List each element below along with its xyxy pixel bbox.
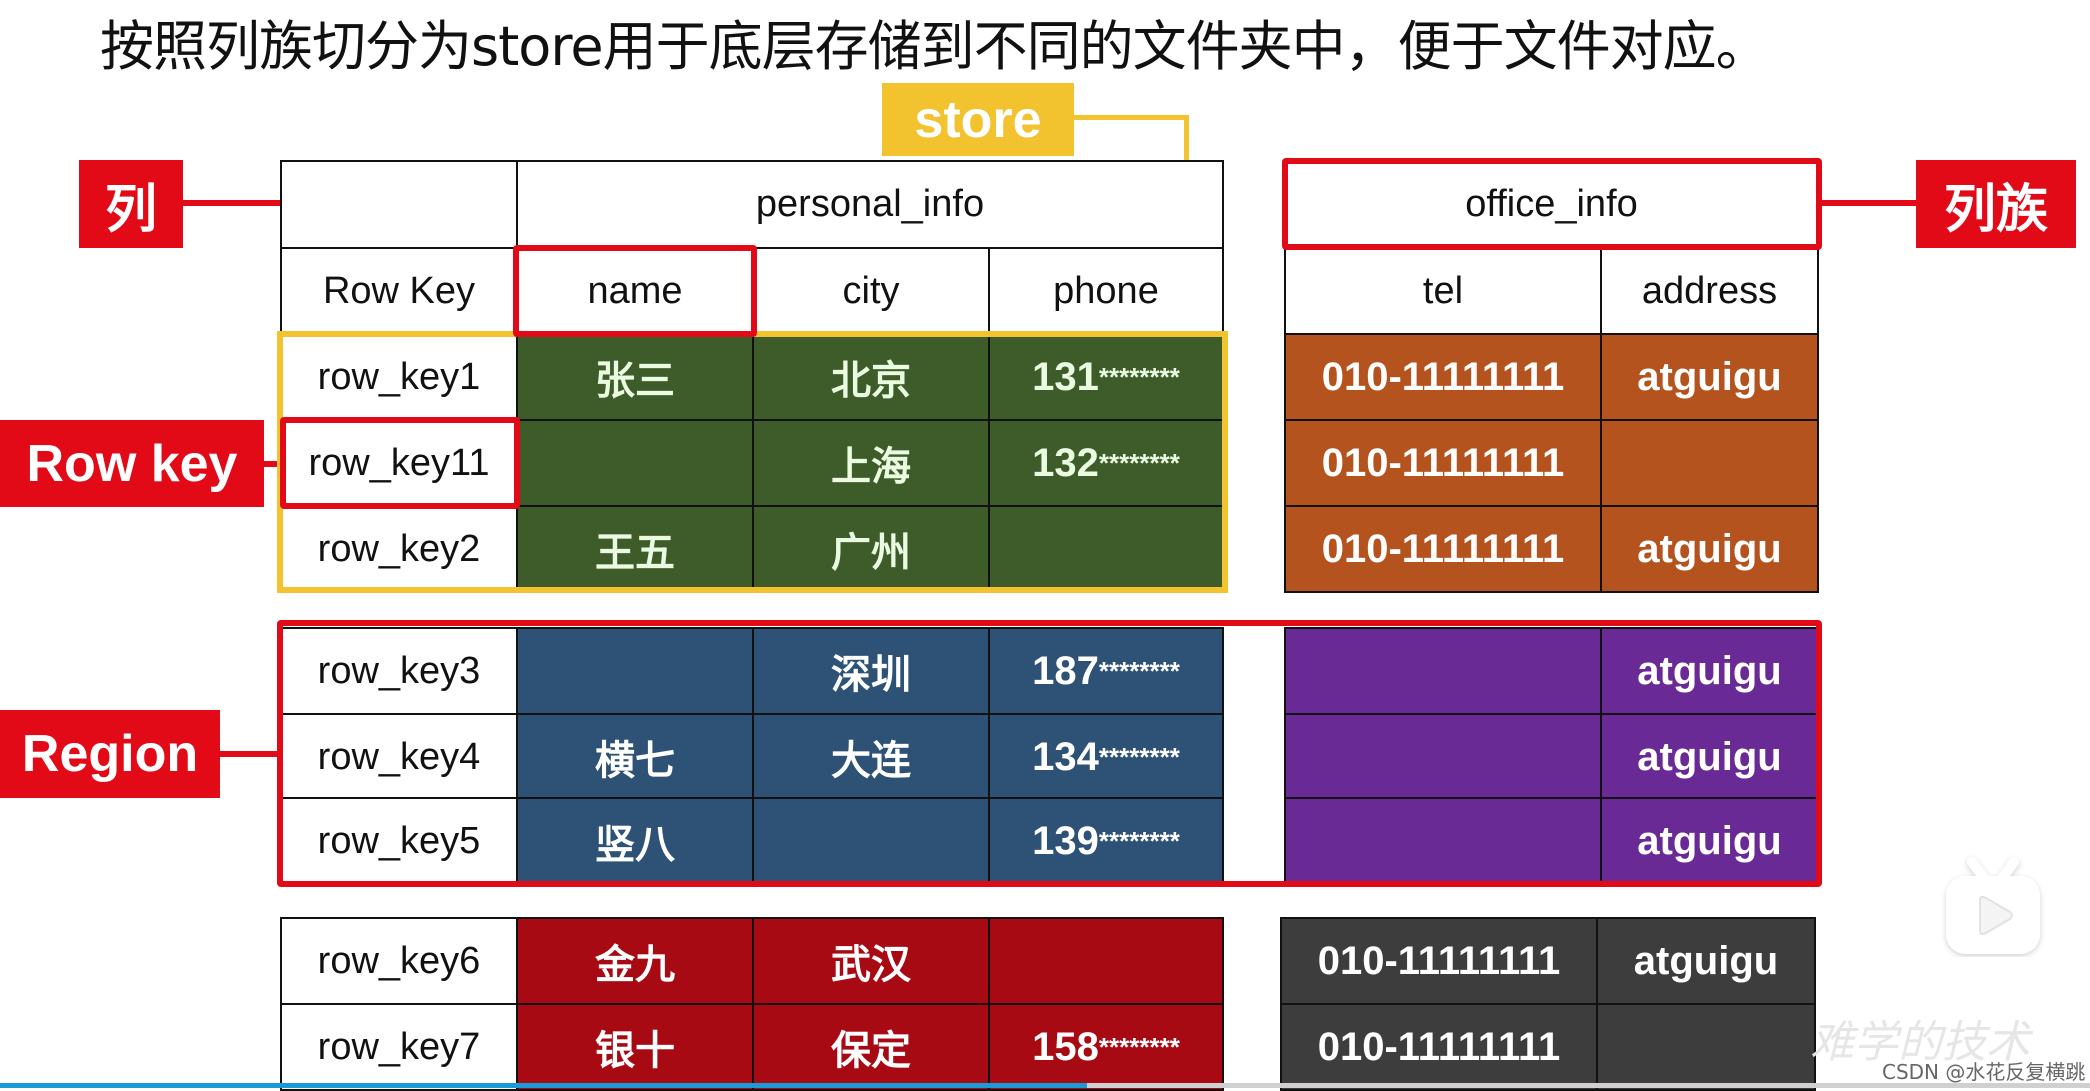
cell-row-key: row_key6	[280, 917, 518, 1005]
header-tel: tel	[1284, 247, 1602, 335]
store-label: store	[882, 83, 1074, 156]
phone-prefix: 158	[1032, 1024, 1099, 1069]
column-family-label: 列族	[1916, 160, 2076, 248]
cell-phone: 158 ********	[988, 1003, 1224, 1091]
cell-city: 武汉	[752, 917, 990, 1005]
cell-address	[1600, 419, 1819, 507]
cell-tel: 010-11111111	[1280, 917, 1598, 1005]
row-key-label: Row key	[0, 420, 264, 507]
header-row-key: Row Key	[280, 247, 518, 335]
cell-tel: 010-11111111	[1284, 333, 1602, 421]
cell-row-key: row_key7	[280, 1003, 518, 1091]
column-family-highlight-box	[1282, 158, 1822, 250]
cell-tel: 010-11111111	[1284, 419, 1602, 507]
cell-name: 金九	[516, 917, 754, 1005]
cell-phone	[988, 917, 1224, 1005]
cell-tel: 010-11111111	[1284, 505, 1602, 593]
header-address: address	[1600, 247, 1819, 335]
slide-title: 按照列族切分为store用于底层存储到不同的文件夹中，便于文件对应。	[100, 15, 1770, 78]
store-connector-h	[1074, 115, 1189, 120]
row-key-highlight-box	[280, 417, 520, 509]
header-city: city	[752, 247, 990, 335]
region-label: Region	[0, 710, 220, 798]
column-family-personal-info: personal_info	[516, 160, 1224, 249]
column-family-connector	[1822, 200, 1916, 206]
header-empty-cell	[280, 160, 518, 249]
csdn-credit: CSDN @水花反复横跳	[1882, 1060, 2086, 1084]
cell-address: atguigu	[1600, 505, 1819, 593]
video-progress-bar[interactable]	[0, 1083, 2090, 1088]
video-progress-played	[0, 1083, 1087, 1088]
cell-address: atguigu	[1596, 917, 1816, 1005]
tv-play-icon[interactable]	[1938, 852, 2048, 957]
cell-name: 银十	[516, 1003, 754, 1091]
phone-mask: ********	[1098, 1031, 1180, 1062]
column-highlight-box	[513, 245, 757, 337]
cell-city: 保定	[752, 1003, 990, 1091]
region-highlight-box	[277, 620, 1822, 887]
column-label: 列	[79, 160, 183, 248]
cell-address: atguigu	[1600, 333, 1819, 421]
cell-address	[1596, 1003, 1816, 1091]
header-phone: phone	[988, 247, 1224, 335]
cell-tel: 010-11111111	[1280, 1003, 1598, 1091]
region-connector	[220, 751, 280, 757]
